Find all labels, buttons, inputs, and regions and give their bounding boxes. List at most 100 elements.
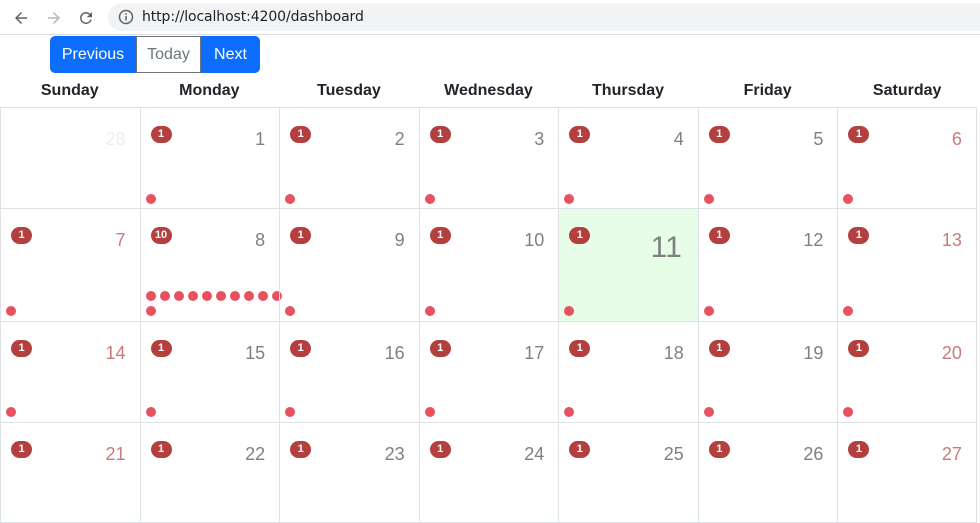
day-number: 20 — [941, 343, 962, 363]
address-bar[interactable]: http://localhost:4200/dashboard — [108, 3, 980, 31]
event-count-badge: 1 — [848, 126, 870, 143]
day-number: 6 — [951, 129, 962, 149]
day-cell[interactable]: 19 — [279, 209, 419, 321]
previous-button[interactable]: Previous — [50, 36, 136, 73]
day-cell[interactable]: 14 — [558, 108, 698, 208]
calendar-week-row: 1 21 1 22 1 23 1 24 1 25 1 26 1 27 — [0, 423, 977, 523]
event-dot[interactable] — [564, 194, 575, 204]
day-number: 25 — [663, 444, 684, 464]
event-dot[interactable] — [843, 407, 854, 417]
event-dot[interactable] — [564, 306, 575, 316]
day-number: 28 — [105, 129, 126, 149]
event-dot[interactable] — [424, 407, 435, 417]
day-cell-today[interactable]: 1 11 — [558, 209, 698, 321]
event-dots-row — [285, 194, 296, 204]
day-cell[interactable]: 1 27 — [837, 423, 977, 522]
day-number: 15 — [245, 343, 266, 363]
day-number: 1 — [255, 129, 266, 149]
event-count-badge: 1 — [429, 227, 451, 244]
event-dot[interactable] — [145, 407, 156, 417]
weekday-header: Sunday — [40, 82, 99, 99]
day-cell[interactable]: 16 — [837, 108, 977, 208]
day-cell[interactable]: 1 24 — [418, 423, 559, 522]
calendar-week-row: 1 7 10 8 1 9 1 10 1 11 1 12 1 13 — [0, 209, 977, 322]
day-cell[interactable]: 1 15 — [139, 322, 280, 422]
day-cell[interactable]: 1 10 — [418, 209, 559, 321]
info-icon[interactable] — [118, 9, 134, 25]
event-dots-row — [843, 407, 854, 417]
event-dot[interactable] — [424, 194, 435, 204]
day-cell[interactable]: 15 — [697, 108, 838, 208]
event-dot[interactable] — [843, 194, 854, 204]
day-cell[interactable]: 12 — [279, 108, 419, 208]
event-dot[interactable] — [703, 306, 714, 316]
reload-button[interactable] — [74, 6, 98, 30]
event-dot[interactable] — [285, 194, 296, 204]
event-dot[interactable] — [159, 291, 170, 301]
day-cell[interactable]: 1 20 — [837, 322, 977, 422]
calendar-week-row: 1 14 1 15 1 16 1 17 1 18 1 19 1 20 — [0, 322, 977, 423]
event-dots-row — [703, 194, 714, 204]
event-dot[interactable] — [215, 291, 226, 301]
day-cell[interactable]: 11 — [139, 108, 280, 208]
event-dot[interactable] — [257, 291, 268, 301]
day-number: 7 — [115, 230, 126, 250]
day-cell[interactable]: 1 17 — [418, 322, 559, 422]
weekday-header: Monday — [179, 82, 240, 99]
day-cell[interactable]: 1 22 — [139, 423, 280, 522]
event-dots-row — [424, 306, 435, 316]
day-cell[interactable]: 28 — [0, 108, 140, 208]
event-dots-row — [564, 194, 575, 204]
event-dot[interactable] — [285, 306, 296, 316]
event-dot[interactable] — [6, 407, 16, 417]
event-dot[interactable] — [187, 291, 198, 301]
day-cell[interactable]: 1 26 — [697, 423, 838, 522]
day-cell[interactable]: 1 25 — [558, 423, 698, 522]
forward-button[interactable] — [42, 6, 66, 30]
event-dot[interactable] — [703, 194, 714, 204]
day-cell[interactable]: 10 8 — [139, 209, 282, 321]
event-count-badge: 1 — [150, 441, 172, 458]
event-dots-row — [6, 407, 16, 417]
event-count-badge: 1 — [150, 126, 172, 143]
day-cell[interactable]: 1 14 — [0, 322, 140, 422]
event-count-badge: 1 — [290, 340, 312, 357]
event-dot[interactable] — [285, 407, 296, 417]
event-count-badge: 1 — [429, 340, 451, 357]
day-cell[interactable]: 1 16 — [279, 322, 419, 422]
day-cell[interactable]: 1 12 — [697, 209, 838, 321]
day-cell[interactable]: 1 23 — [279, 423, 419, 522]
day-cell[interactable]: 1 18 — [558, 322, 698, 422]
event-dot[interactable] — [243, 291, 254, 301]
back-button[interactable] — [9, 6, 33, 30]
event-count-badge: 1 — [708, 441, 730, 458]
day-number: 12 — [803, 230, 824, 250]
event-dots-row — [843, 194, 854, 204]
calendar-nav-group: Previous Today Next — [50, 36, 260, 73]
month-calendar: Sunday Monday Tuesday Wednesday Thursday Frid… — [0, 74, 977, 523]
day-cell[interactable]: 13 — [418, 108, 559, 208]
event-dot[interactable] — [6, 306, 16, 316]
weekday-header-row: Sunday Monday Tuesday Wednesday Thursday Frid… — [0, 74, 977, 108]
event-dot[interactable] — [145, 194, 156, 204]
event-dots-row — [424, 407, 435, 417]
day-cell[interactable]: 1 13 — [837, 209, 977, 321]
day-cell[interactable]: 1 19 — [697, 322, 838, 422]
event-dot[interactable] — [173, 291, 184, 301]
event-dot[interactable] — [229, 291, 240, 301]
event-count-badge: 1 — [708, 340, 730, 357]
event-dot[interactable] — [145, 306, 156, 316]
event-dot[interactable] — [564, 407, 575, 417]
event-dot[interactable] — [145, 291, 156, 301]
event-dot[interactable] — [201, 291, 212, 301]
event-dot[interactable] — [843, 306, 854, 316]
event-dot[interactable] — [703, 407, 714, 417]
event-dot[interactable] — [424, 306, 435, 316]
event-count-badge: 1 — [150, 340, 172, 357]
today-button[interactable]: Today — [136, 36, 201, 73]
next-button[interactable]: Next — [201, 36, 260, 73]
day-cell[interactable]: 17 — [0, 209, 140, 321]
day-cell[interactable]: 1 21 — [0, 423, 140, 522]
calendar-weeks: 28 1 1 1 2 1 3 1 4 1 5 1 6 1 7 10 8 1 9 1 10 1 11 1 12 1 13 1 14 1 15 1… — [0, 108, 977, 523]
weekday-header: Wednesday — [444, 82, 533, 99]
